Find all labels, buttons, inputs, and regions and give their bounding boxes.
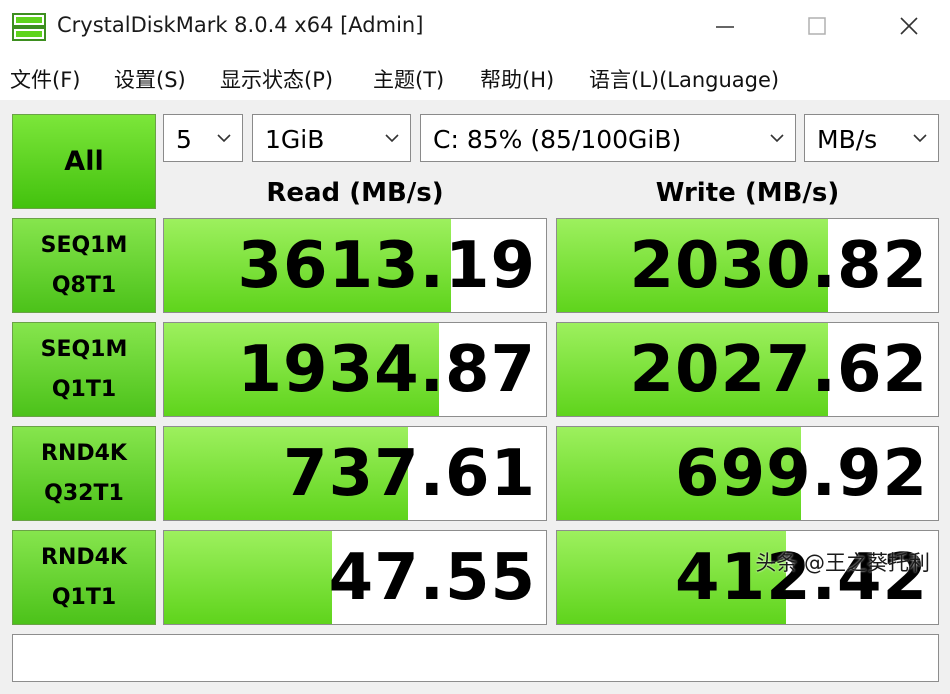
menu-theme[interactable]: 主题(T): [373, 64, 444, 94]
test-size-select[interactable]: 1GiB: [252, 114, 411, 162]
chevron-down-icon: [217, 134, 231, 143]
write-header: Write (MB/s): [655, 178, 840, 208]
chevron-down-icon: [770, 134, 784, 143]
minimize-button[interactable]: [694, 0, 756, 52]
minimize-icon: [716, 26, 734, 28]
write-result: 412.42: [556, 530, 939, 625]
title-bar: CrystalDiskMark 8.0.4 x64 [Admin]: [0, 0, 950, 56]
unit-value: MB/s: [817, 125, 878, 154]
maximize-button[interactable]: [786, 0, 848, 52]
write-value: 2030.82: [629, 229, 928, 303]
test-button-seq1m-q8t1[interactable]: SEQ1M Q8T1: [12, 218, 156, 313]
chevron-down-icon: [385, 134, 399, 143]
maximize-icon: [808, 17, 826, 35]
test-count-value: 5: [176, 125, 192, 154]
close-icon: [900, 17, 918, 35]
menu-language[interactable]: 语言(L)(Language): [589, 64, 779, 94]
read-header: Read (MB/s): [266, 178, 444, 208]
write-result: 2027.62: [556, 322, 939, 417]
chevron-down-icon: [913, 134, 927, 143]
write-result: 699.92: [556, 426, 939, 521]
read-result: 3613.19: [163, 218, 547, 313]
test-label-line2: Q1T1: [51, 376, 117, 402]
test-button-seq1m-q1t1[interactable]: SEQ1M Q1T1: [12, 322, 156, 417]
read-result: 47.55: [163, 530, 547, 625]
test-label-line2: Q32T1: [44, 480, 124, 506]
read-value: 1934.87: [237, 333, 536, 407]
test-size-value: 1GiB: [265, 125, 325, 154]
read-value: 3613.19: [237, 229, 536, 303]
menu-help[interactable]: 帮助(H): [480, 64, 554, 94]
read-result: 737.61: [163, 426, 547, 521]
write-result: 2030.82: [556, 218, 939, 313]
close-button[interactable]: [878, 0, 940, 52]
test-count-select[interactable]: 5: [163, 114, 243, 162]
test-label-line1: SEQ1M: [40, 232, 128, 258]
all-button[interactable]: All: [12, 114, 156, 209]
test-label-line1: SEQ1M: [40, 336, 128, 362]
unit-select[interactable]: MB/s: [804, 114, 939, 162]
drive-value: C: 85% (85/100GiB): [433, 125, 682, 154]
main-panel: All 5 1GiB C: 85% (85/100GiB) MB/s Read …: [0, 100, 950, 694]
read-result: 1934.87: [163, 322, 547, 417]
menu-file[interactable]: 文件(F): [10, 64, 80, 94]
test-label-line1: RND4K: [41, 544, 127, 570]
window-title: CrystalDiskMark 8.0.4 x64 [Admin]: [57, 13, 424, 37]
comment-field[interactable]: [12, 634, 939, 682]
app-disk-icon: [12, 13, 46, 41]
test-label-line1: RND4K: [41, 440, 127, 466]
test-button-rnd4k-q32t1[interactable]: RND4K Q32T1: [12, 426, 156, 521]
test-label-line2: Q8T1: [51, 272, 117, 298]
watermark: 头条 @王之葵托利: [755, 551, 930, 575]
drive-select[interactable]: C: 85% (85/100GiB): [420, 114, 796, 162]
test-button-rnd4k-q1t1[interactable]: RND4K Q1T1: [12, 530, 156, 625]
write-value: 699.92: [675, 437, 928, 511]
write-value: 2027.62: [629, 333, 928, 407]
menu-display[interactable]: 显示状态(P): [220, 64, 333, 94]
test-label-line2: Q1T1: [51, 584, 117, 610]
read-bar: [164, 531, 333, 624]
menu-settings[interactable]: 设置(S): [114, 64, 186, 94]
menu-bar: 文件(F) 设置(S) 显示状态(P) 主题(T) 帮助(H) 语言(L)(La…: [0, 56, 950, 100]
read-value: 737.61: [283, 437, 536, 511]
read-value: 47.55: [328, 541, 536, 615]
